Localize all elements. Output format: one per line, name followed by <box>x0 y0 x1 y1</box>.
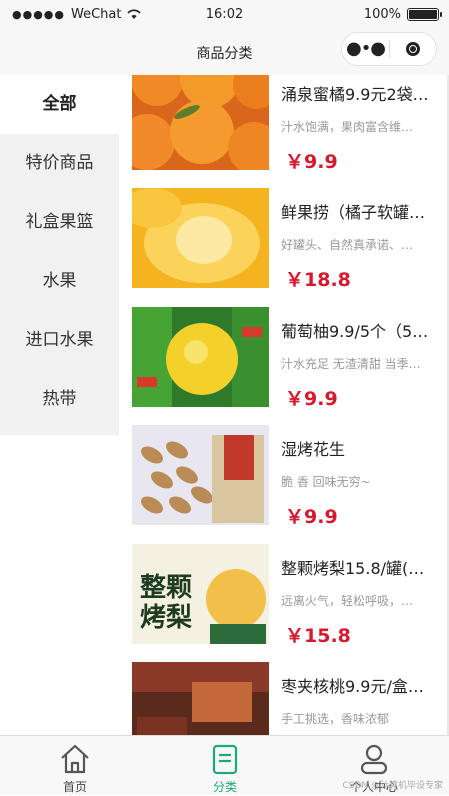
product-name: 涌泉蜜橘9.9元2袋… <box>281 85 429 104</box>
battery-group: 100% <box>363 7 442 22</box>
product-price: ￥9.9 <box>285 506 338 528</box>
product-price: ￥15.8 <box>285 625 351 647</box>
product-name: 葡萄柚9.9/5个（5… <box>281 322 429 341</box>
product-image[interactable]: 整颗 烤梨 <box>132 544 269 644</box>
product-card[interactable]: 鲜果捞（橘子软罐… 好罐头、自然真承诺、… ￥18.8 <box>119 188 449 293</box>
menu-capsule: ●•● <box>341 32 437 66</box>
product-price: ￥9.9 <box>285 151 338 173</box>
product-description: 手工挑选，香味浓郁 <box>281 712 390 726</box>
product-description: 好罐头、自然真承诺、… <box>281 238 414 252</box>
sidebar-item[interactable]: 全部 <box>0 75 119 134</box>
status-bar: ●●●●● WeChat 16:02 100% <box>0 0 449 30</box>
target-icon[interactable] <box>390 42 436 56</box>
user-icon <box>360 744 388 775</box>
product-image[interactable] <box>132 425 269 525</box>
sidebar-item[interactable]: 礼盒果篮 <box>0 193 119 252</box>
product-card[interactable]: 湿烤花生脆 香 回味无穷~ ￥9.9 <box>119 425 449 530</box>
more-dots-icon[interactable]: ●•● <box>342 34 389 64</box>
sidebar-item[interactable]: 水果 <box>0 252 119 311</box>
product-card[interactable]: 整颗 烤梨 整颗烤梨15.8/罐(… 远离火气，轻松呼吸，… ￥15.8 <box>119 544 449 649</box>
product-image[interactable] <box>132 662 269 735</box>
sidebar-item[interactable]: 特价商品 <box>0 134 119 193</box>
product-name: 整颗烤梨15.8/罐(… <box>281 559 425 578</box>
watermark: CSDN @计算机毕设专家 <box>342 781 443 791</box>
tab-category[interactable]: 分类 <box>150 736 300 796</box>
product-price: ￥18.8 <box>285 269 351 291</box>
sidebar-item[interactable]: 热带 <box>0 370 119 429</box>
product-image[interactable] <box>132 307 269 407</box>
tab-category-label: 分类 <box>212 780 237 794</box>
product-name: 鲜果捞（橘子软罐… <box>281 203 426 222</box>
product-name: 枣夹核桃9.9元/盒… <box>281 677 424 696</box>
product-card[interactable]: 枣夹核桃9.9元/盒… 手工挑选，香味浓郁 <box>119 662 449 735</box>
tab-home[interactable]: 首页 <box>0 736 150 796</box>
product-card[interactable]: 葡萄柚9.9/5个（5… 汁水充足 无渣清甜 当季… ￥9.9 <box>119 307 449 412</box>
product-name: 湿烤花生 <box>281 440 346 459</box>
svg-text:整颗: 整颗 <box>140 572 192 602</box>
tab-home-label: 首页 <box>62 780 87 794</box>
product-list: 涌泉蜜橘9.9元2袋… 汁水饱满，果肉富含维… ￥9.9 鲜果捞（橘子软罐… 好罐头、自… <box>119 75 449 735</box>
category-icon <box>212 744 238 775</box>
product-description: 汁水饱满，果肉富含维… <box>281 120 414 134</box>
svg-text:烤梨: 烤梨 <box>140 602 192 632</box>
battery-label: 100% <box>363 7 401 22</box>
category-sidebar: 全部 特价商品 礼盒果篮 水果 进口水果 热带 <box>0 75 119 435</box>
product-image[interactable] <box>132 75 269 170</box>
product-description: 远离火气，轻松呼吸，… <box>281 594 414 608</box>
sidebar-item[interactable]: 进口水果 <box>0 311 119 370</box>
battery-icon <box>407 8 442 21</box>
home-icon <box>61 744 89 774</box>
nav-bar: 商品分类 ●•● <box>0 30 449 75</box>
product-description: 脆 香 回味无穷~ <box>281 475 371 489</box>
product-price: ￥9.9 <box>285 388 338 410</box>
product-card[interactable]: 涌泉蜜橘9.9元2袋… 汁水饱满，果肉富含维… ￥9.9 <box>119 75 449 175</box>
product-description: 汁水充足 无渣清甜 当季… <box>281 357 421 371</box>
product-image[interactable] <box>132 188 269 288</box>
